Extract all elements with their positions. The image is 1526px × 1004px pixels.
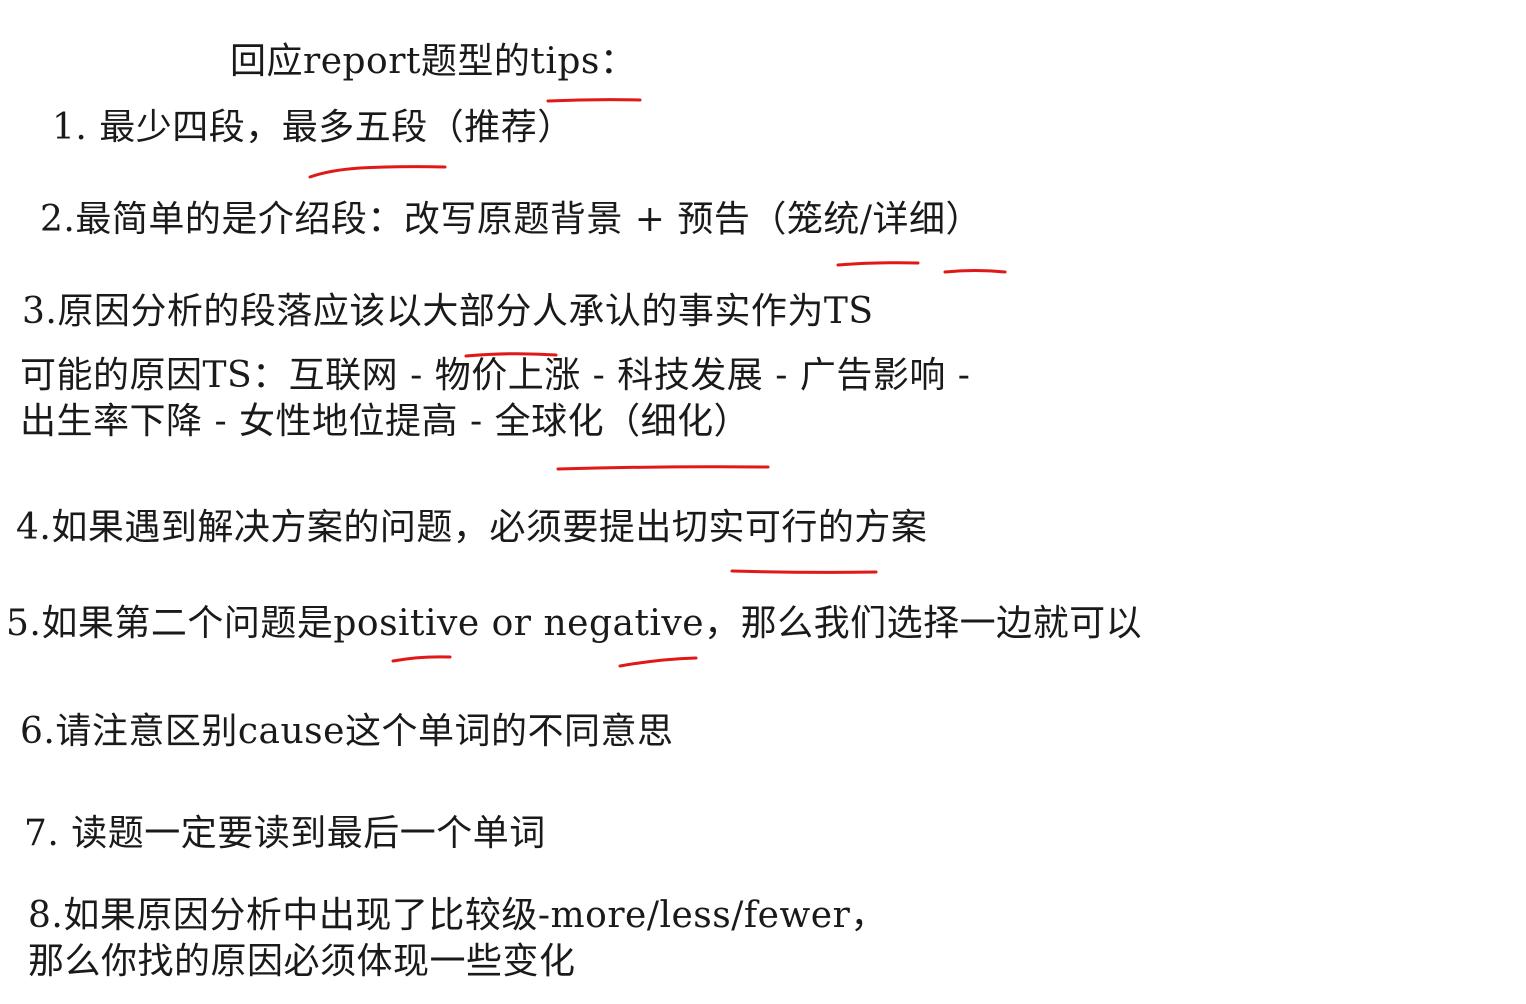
tip-8-line-1: 8.如果原因分析中出现了比较级-more/less/fewer， [28, 895, 887, 936]
underline-positive [391, 655, 452, 663]
tip-5: 5.如果第二个问题是positive or negative，那么我们选择一边就… [6, 603, 1143, 644]
underline-max-five [308, 165, 447, 179]
tip-4: 4.如果遇到解决方案的问题，必须要提出切实可行的方案 [16, 507, 928, 548]
tip-3-causes-line-1: 可能的原因TS：互联网 - 物价上涨 - 科技发展 - 广告影响 - [20, 355, 971, 396]
underline-tips [546, 98, 642, 103]
underline-globalization [556, 465, 770, 471]
underline-feasible [730, 569, 878, 574]
tip-2: 2.最简单的是介绍段：改写原题背景 + 预告（笼统/详细） [40, 199, 983, 240]
underline-detailed [943, 269, 1007, 274]
tip-3: 3.原因分析的段落应该以大部分人承认的事实作为TS [22, 291, 874, 332]
underline-negative [618, 656, 698, 668]
tip-3-causes-line-2: 出生率下降 - 女性地位提高 - 全球化（细化） [20, 401, 751, 442]
tip-7: 7. 读题一定要读到最后一个单词 [24, 813, 546, 854]
tip-8-line-2: 那么你找的原因必须体现一些变化 [28, 941, 576, 982]
tip-6: 6.请注意区别cause这个单词的不同意思 [20, 711, 674, 752]
tip-1: 1. 最少四段，最多五段（推荐） [52, 107, 574, 148]
page-title: 回应report题型的tips： [230, 41, 637, 82]
underline-general [836, 261, 920, 267]
